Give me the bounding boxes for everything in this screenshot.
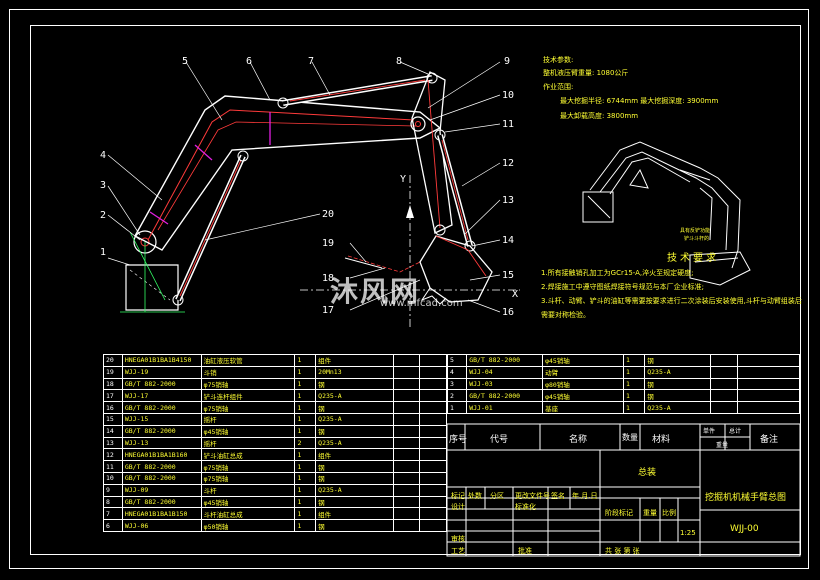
tb-weight: 重量	[643, 509, 657, 517]
header-remark: 备注	[760, 435, 779, 445]
tb-sheets: 共 张 第 张	[605, 547, 640, 555]
bom-header-grid	[446, 423, 801, 557]
tb-mark: 标记	[451, 492, 465, 500]
scale-value: 1:25	[680, 529, 696, 537]
header-qty: 数量	[622, 433, 638, 442]
title-assembly: 总装	[638, 468, 657, 478]
header-seq: 序号	[449, 435, 468, 445]
header-material: 材料	[652, 435, 671, 445]
drawing-title: 挖掘机机械手臂总图	[705, 493, 787, 503]
tb-design: 设计	[451, 503, 465, 511]
header-weight: 重量	[716, 442, 729, 449]
header-name: 名称	[569, 435, 588, 445]
tb-sign: 签名	[551, 492, 565, 500]
drawing-sheet: 1 2 3 4 5 6 7 8 9 10 11 12 13 14 15 16 1…	[0, 0, 820, 580]
header-total: 总计	[729, 428, 742, 435]
tb-ratio: 比例	[662, 509, 676, 517]
tb-approve: 批准	[518, 547, 532, 555]
tb-date: 年.月.日	[572, 492, 598, 500]
header-code: 代号	[490, 435, 509, 445]
tb-review: 审核	[451, 535, 465, 543]
tb-process: 工艺	[451, 547, 465, 555]
tb-change-doc: 更改文件号	[515, 492, 550, 500]
tb-stage-mark: 阶段标记	[605, 509, 633, 517]
tb-zone: 分区	[490, 492, 504, 500]
tb-standardize: 标准化	[515, 503, 536, 511]
tb-count: 处数	[468, 492, 482, 500]
header-single: 单件	[703, 428, 716, 435]
drawing-number: WJJ-00	[730, 524, 759, 534]
